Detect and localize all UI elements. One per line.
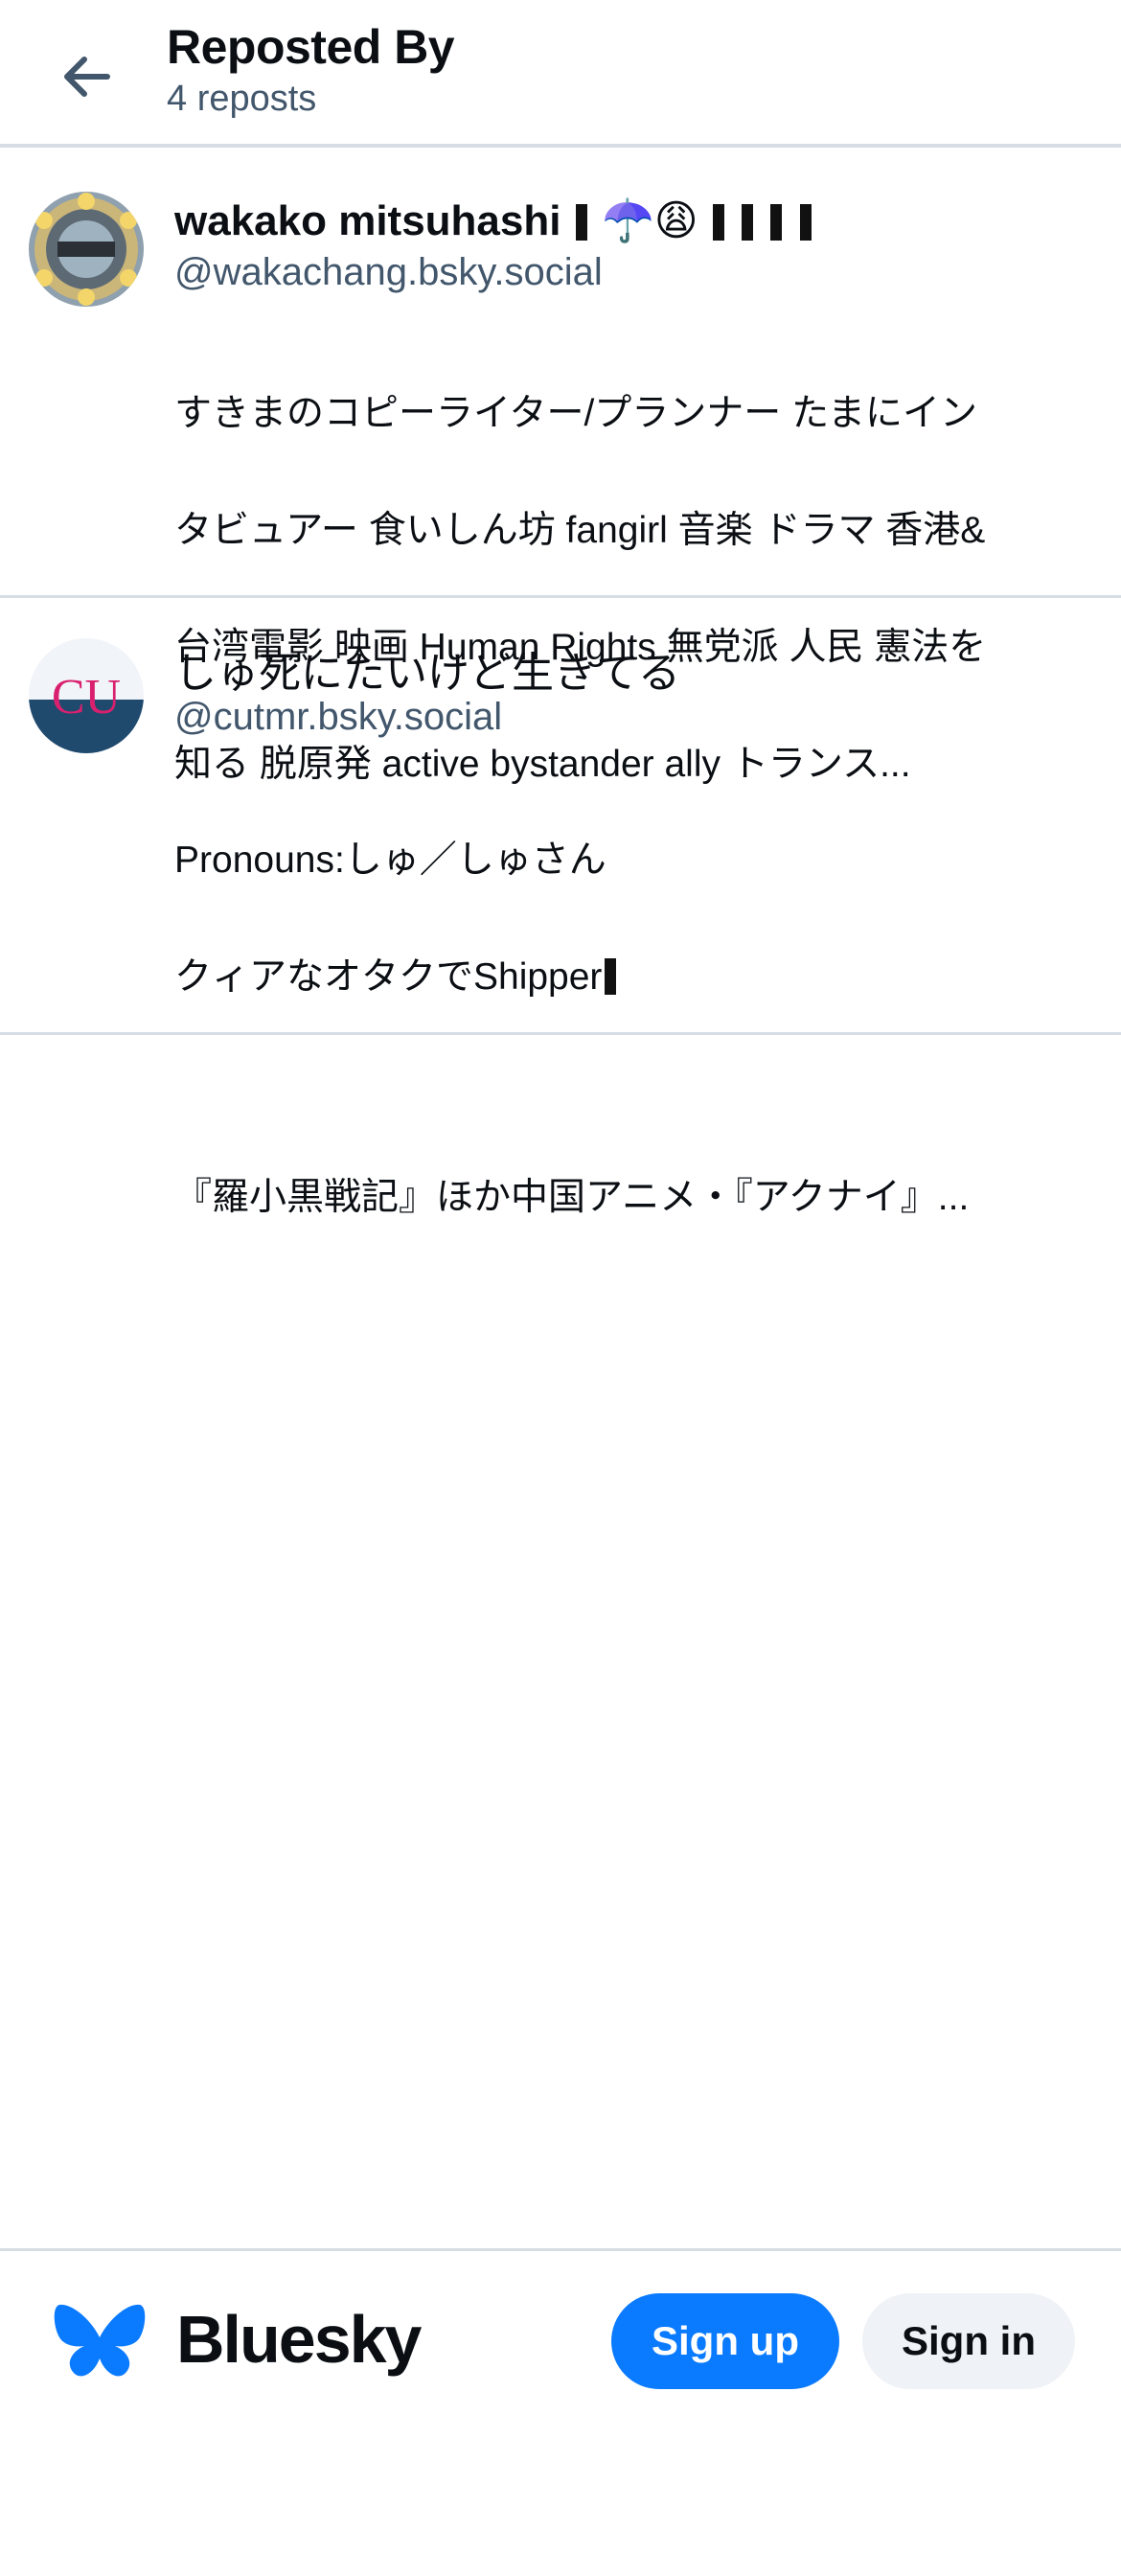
user-bio: Pronouns:しゅ／しゅさん クィアなオタクでShipper 『羅小黒戦記』… [174,772,1065,1285]
missing-glyph-icon [605,958,617,995]
display-name: wakako mitsuhashi ☂️😩 [174,196,1094,245]
bio-line: 『羅小黒戦記』ほか中国アニメ・『アクナイ』... [174,1177,970,1218]
avatar[interactable]: CU [29,638,144,753]
missing-glyph-icon [770,204,783,241]
sign-in-button[interactable]: Sign in [862,2293,1075,2389]
display-name-text: しゅ死にたいけど生きてる [174,650,680,697]
missing-glyph-icon [575,204,587,241]
back-button[interactable] [38,29,134,125]
list-item[interactable]: wakako mitsuhashi ☂️😩 @wakachang.bsky.so… [0,148,1121,785]
bio-line: Pronouns:しゅ／しゅさん [174,840,606,881]
bio-line [174,1065,1065,1110]
list-item[interactable]: CU しゅ死にたいけど生きてる @cutmr.bsky.social Prono… [0,598,1121,1218]
svg-text:CU: CU [52,670,121,724]
missing-glyph-icon [742,204,754,241]
brand-name: Bluesky [176,2302,422,2377]
display-name-text: wakako mitsuhashi [174,197,561,244]
repost-count: 4 reposts [167,79,317,119]
page-title: Reposted By [167,20,455,74]
missing-glyph-icon [712,204,724,241]
butterfly-icon [54,2304,146,2377]
bio-line: すきまのコピーライター/プランナー たまにイン [174,393,977,434]
user-handle: @cutmr.bsky.social [174,696,503,738]
header: Reposted By 4 reposts [0,0,1121,148]
bio-line: タビュアー 食いしん坊 fangirl 音楽 ドラマ 香港& [174,510,986,551]
arrow-left-icon [64,57,110,97]
sign-up-button[interactable]: Sign up [611,2293,839,2389]
user-handle: @wakachang.bsky.social [174,251,603,293]
missing-glyph-icon [799,204,812,241]
display-name: しゅ死にたいけど生きてる [174,638,1094,700]
bio-line: クィアなオタクでShipper [174,948,1065,1006]
avatar[interactable] [29,192,144,307]
footer-bar: Bluesky Sign up Sign in [0,2248,1121,2430]
name-emoji: ☂️😩 [601,197,698,244]
